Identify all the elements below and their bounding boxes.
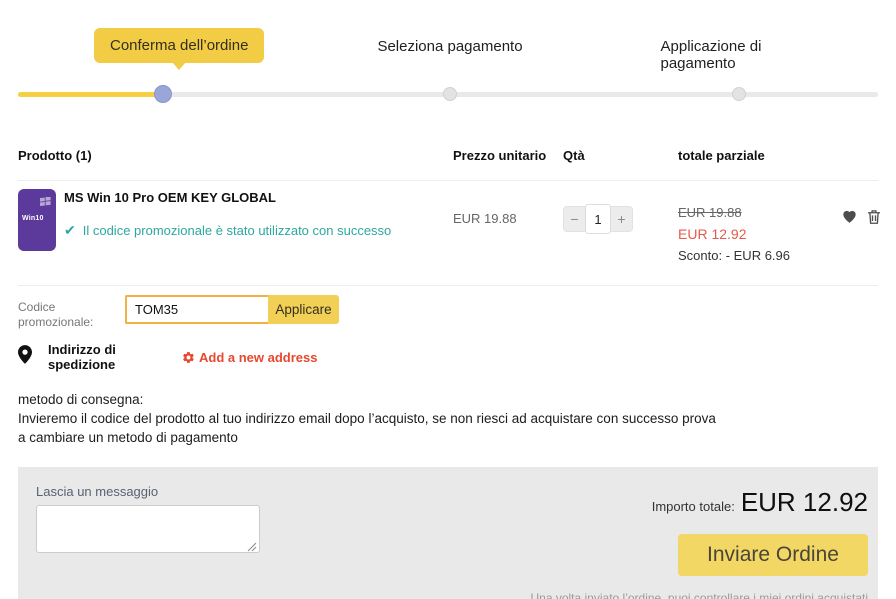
windows-logo-icon (40, 197, 51, 207)
promo-code-input[interactable] (125, 295, 268, 324)
product-thumbnail[interactable]: Win10 (18, 189, 56, 251)
progress-track (18, 92, 878, 97)
unit-price: EUR 19.88 (453, 211, 563, 263)
add-new-address-label: Add a new address (199, 350, 317, 365)
step-select-payment: Seleziona pagamento (377, 38, 522, 55)
promo-code-section: Codice promozionale: Applicare (18, 295, 878, 330)
order-footer-note: Una volta inviato l’ordine, puoi control… (530, 591, 868, 599)
delivery-method-section: metodo di consegna: Invieremo il codice … (18, 390, 723, 447)
total-value: EUR 12.92 (741, 487, 868, 518)
subtotal-cell: EUR 19.88 EUR 12.92 Sconto: - EUR 6.96 (678, 205, 840, 263)
header-unit-price: Prezzo unitario (453, 148, 563, 163)
discount-amount: Sconto: - EUR 6.96 (678, 248, 840, 263)
progress-dot-step3[interactable] (732, 87, 746, 101)
progress-fill (18, 92, 163, 97)
promo-code-label: Codice promozionale: (18, 295, 125, 330)
step-payment-application: Applicazione di pagamento (661, 38, 818, 72)
quantity-increase-button[interactable]: + (611, 206, 632, 232)
header-product: Prodotto (1) (18, 148, 453, 163)
order-summary-panel: Lascia un messaggio Importo totale: EUR … (18, 467, 878, 599)
gear-icon (182, 351, 195, 364)
check-icon: ✔ (64, 222, 76, 239)
header-qty: Qtà (563, 148, 678, 163)
product-name[interactable]: MS Win 10 Pro OEM KEY GLOBAL (64, 190, 391, 205)
discounted-price: EUR 12.92 (678, 226, 840, 242)
quantity-stepper: − + (563, 206, 633, 232)
total-line: Importo totale: EUR 12.92 (652, 487, 868, 518)
header-subtotal: totale parziale (678, 148, 840, 163)
cart-table: Prodotto (1) Prezzo unitario Qtà totale … (18, 148, 878, 286)
original-price: EUR 19.88 (678, 205, 840, 220)
total-label: Importo totale: (652, 499, 735, 514)
promo-success-text: Il codice promozionale è stato utilizzat… (83, 223, 392, 238)
wishlist-heart-button[interactable] (840, 207, 859, 227)
quantity-decrease-button[interactable]: − (564, 206, 585, 232)
message-textarea[interactable] (36, 505, 260, 553)
step-confirm-order-label: Conferma dell’ordine (110, 37, 248, 54)
shipping-address-title: Indirizzo di spedizione (48, 342, 182, 372)
message-label: Lascia un messaggio (36, 484, 158, 499)
delivery-method-title: metodo di consegna: (18, 390, 723, 409)
add-new-address-button[interactable]: Add a new address (182, 350, 317, 365)
delivery-method-description: Invieremo il codice del prodotto al tuo … (18, 409, 723, 447)
submit-order-button[interactable]: Inviare Ordine (678, 534, 868, 576)
apply-promo-button[interactable]: Applicare (268, 295, 339, 324)
trash-icon (865, 207, 883, 226)
cart-table-header: Prodotto (1) Prezzo unitario Qtà totale … (18, 148, 878, 181)
heart-icon (840, 207, 859, 225)
product-thumbnail-label: Win10 (22, 215, 44, 222)
location-pin-icon (18, 345, 32, 364)
remove-item-button[interactable] (865, 207, 883, 227)
progress-dot-step2[interactable] (443, 87, 457, 101)
promo-success-message: ✔ Il codice promozionale è stato utilizz… (64, 222, 391, 239)
checkout-stepper: Conferma dell’ordine Seleziona pagamento… (0, 0, 896, 105)
quantity-input[interactable] (585, 204, 611, 234)
shipping-address-section: Indirizzo di spedizione Add a new addres… (18, 342, 878, 372)
progress-dot-active[interactable] (154, 85, 172, 103)
step-confirm-order[interactable]: Conferma dell’ordine (94, 28, 264, 63)
cart-row: Win10 MS Win 10 Pro OEM KEY GLOBAL ✔ Il … (18, 181, 878, 286)
